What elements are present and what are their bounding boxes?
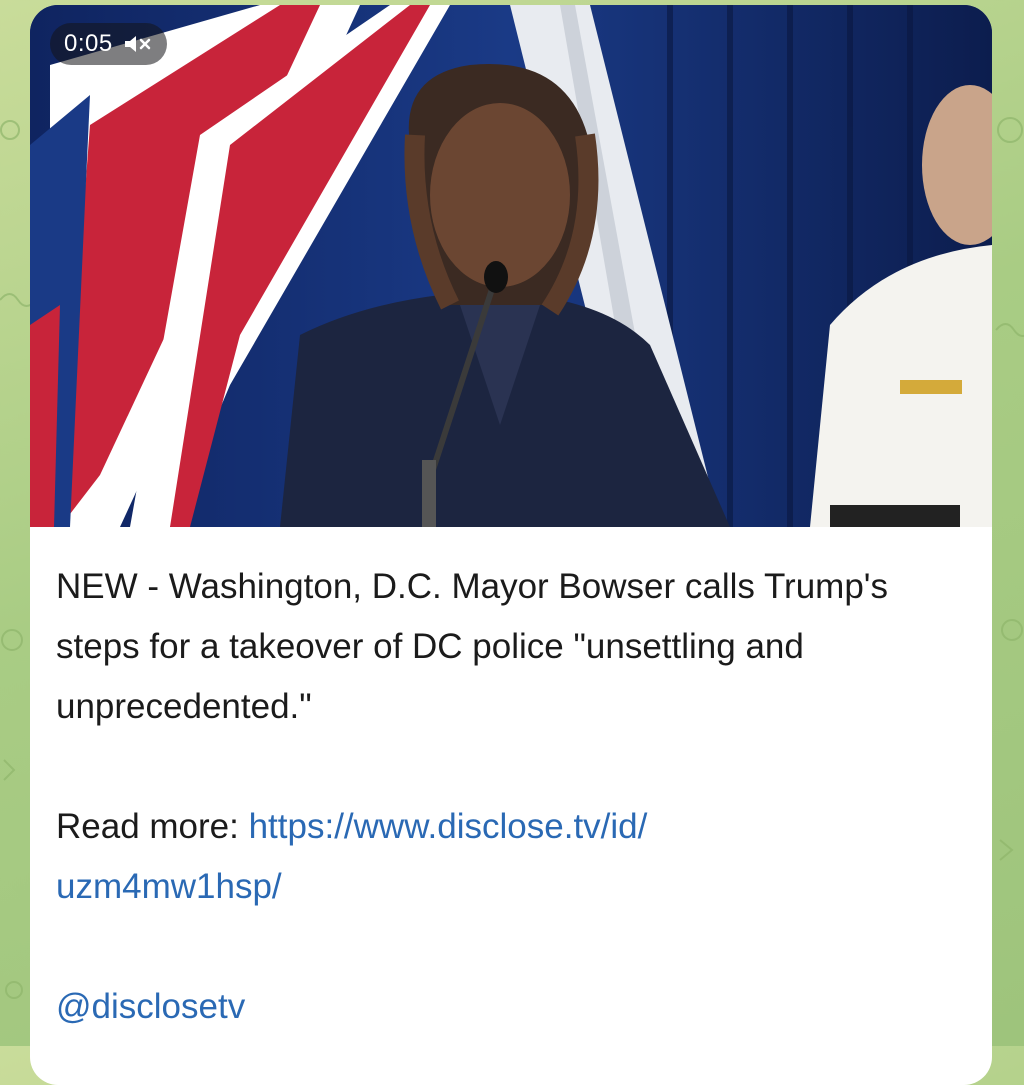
message-body: NEW - Washington, D.C. Mayor Bowser call… xyxy=(56,567,888,726)
message-text: NEW - Washington, D.C. Mayor Bowser call… xyxy=(56,557,971,1037)
article-link-part1: https://www.disclose.tv/id/ xyxy=(248,807,648,846)
read-more-label: Read more: xyxy=(56,807,249,846)
message-bubble: 0:05 NEW - Washington, D.C. Mayor Bowser… xyxy=(30,5,992,1085)
channel-handle-link[interactable]: @disclosetv xyxy=(56,987,245,1026)
speaker-muted-icon[interactable] xyxy=(123,33,153,55)
video-duration-badge[interactable]: 0:05 xyxy=(50,23,167,65)
handle-line: @disclosetv xyxy=(56,977,971,1037)
read-more-line: Read more: https://www.disclose.tv/id/uz… xyxy=(56,797,971,917)
video-player[interactable]: 0:05 xyxy=(30,5,992,527)
article-link-part2: uzm4mw1hsp/ xyxy=(56,867,282,906)
video-duration: 0:05 xyxy=(64,30,113,57)
video-frame xyxy=(30,5,992,527)
